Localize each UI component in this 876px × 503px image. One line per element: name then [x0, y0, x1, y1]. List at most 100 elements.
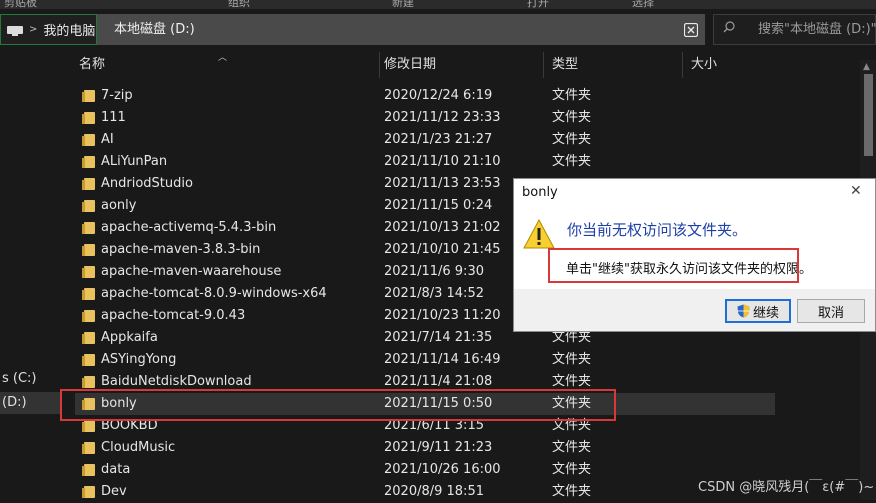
file-date: 2021/10/23 11:20	[384, 308, 501, 323]
file-type: 文件夹	[552, 88, 592, 103]
file-row[interactable]: 7-zip 2020/12/24 6:19 文件夹	[75, 85, 775, 107]
file-name: bonly	[101, 396, 137, 411]
close-icon	[683, 22, 698, 37]
file-date: 2021/10/10 21:45	[384, 242, 501, 257]
permission-dialog: bonly ✕ 你当前无权访问该文件夹。 单击"继续"获取永久访问该文件夹的权限…	[513, 178, 876, 332]
file-name: BaiduNetdiskDownload	[101, 374, 252, 389]
file-date: 2021/11/12 23:33	[384, 110, 501, 125]
folder-icon	[82, 376, 95, 388]
file-type: 文件夹	[552, 462, 592, 477]
file-type: 文件夹	[552, 374, 592, 389]
address-clear-button[interactable]	[676, 14, 705, 45]
file-name: BOOKBD	[101, 418, 158, 433]
cancel-button[interactable]: 取消	[797, 299, 865, 323]
file-date: 2021/6/11 3:15	[384, 418, 484, 433]
file-date: 2021/1/23 21:27	[384, 132, 493, 147]
ribbon-strip: 剪贴板 组织 新建 打开 选择	[0, 0, 876, 9]
file-row[interactable]: bonly 2021/11/15 0:50 文件夹	[75, 393, 775, 415]
file-row[interactable]: CloudMusic 2021/9/11 21:23 文件夹	[75, 437, 775, 459]
breadcrumb-separator: >	[29, 24, 38, 35]
folder-icon	[82, 112, 95, 124]
ribbon-organize[interactable]: 组织	[228, 0, 250, 9]
file-row[interactable]: ALiYunPan 2021/11/10 21:10 文件夹	[75, 151, 775, 173]
file-row[interactable]: BaiduNetdiskDownload 2021/11/4 21:08 文件夹	[75, 371, 775, 393]
file-date: 2021/11/6 9:30	[384, 264, 484, 279]
file-date: 2021/11/14 16:49	[384, 352, 501, 367]
sort-ascending-icon: ︿	[218, 53, 228, 63]
search-input[interactable]: 搜索"本地磁盘 (D:)"	[713, 14, 876, 45]
file-name: aonly	[101, 198, 137, 213]
folder-icon	[82, 266, 95, 278]
search-placeholder: 搜索"本地磁盘 (D:)"	[758, 22, 876, 37]
file-type: 文件夹	[552, 132, 592, 147]
column-type[interactable]: 类型	[544, 52, 683, 78]
ribbon-select[interactable]: 选择	[632, 0, 654, 9]
file-type: 文件夹	[552, 396, 592, 411]
file-name: ASYingYong	[101, 352, 177, 367]
dialog-close-button[interactable]: ✕	[850, 183, 862, 199]
folder-icon	[82, 442, 95, 454]
file-name: apache-maven-3.8.3-bin	[101, 242, 261, 257]
file-date: 2021/11/13 23:53	[384, 176, 501, 191]
search-icon	[723, 21, 735, 33]
folder-icon	[82, 464, 95, 476]
dialog-sub-text: 单击"继续"获取永久访问该文件夹的权限。	[566, 262, 812, 277]
dialog-main-text: 你当前无权访问该文件夹。	[567, 221, 748, 239]
folder-icon	[82, 310, 95, 322]
file-date: 2021/11/15 0:50	[384, 396, 493, 411]
dialog-footer: 继续 取消	[514, 289, 875, 331]
file-date: 2020/12/24 6:19	[384, 88, 493, 103]
nav-drive-d[interactable]: (D:)	[0, 392, 60, 414]
dialog-title: bonly	[522, 185, 558, 200]
ribbon-clipboard[interactable]: 剪贴板	[4, 0, 37, 9]
ribbon-open[interactable]: 打开	[527, 0, 549, 9]
file-name: data	[101, 462, 131, 477]
file-row[interactable]: 111 2021/11/12 23:33 文件夹	[75, 107, 775, 129]
file-row[interactable]: AI 2021/1/23 21:27 文件夹	[75, 129, 775, 151]
warning-icon	[523, 219, 555, 249]
continue-button[interactable]: 继续	[725, 299, 791, 323]
scroll-up-icon[interactable]: ▲	[863, 62, 870, 72]
file-name: Appkaifa	[101, 330, 158, 345]
ribbon-new[interactable]: 新建	[392, 0, 414, 9]
folder-icon	[82, 332, 95, 344]
folder-icon	[82, 354, 95, 366]
file-name: apache-tomcat-8.0.9-windows-x64	[101, 286, 327, 301]
scroll-thumb[interactable]	[864, 74, 873, 156]
file-row[interactable]: data 2021/10/26 16:00 文件夹	[75, 459, 775, 481]
file-type: 文件夹	[552, 110, 592, 125]
file-date: 2021/8/3 14:52	[384, 286, 484, 301]
folder-icon	[82, 288, 95, 300]
file-name: apache-activemq-5.4.3-bin	[101, 220, 277, 235]
file-row[interactable]: BOOKBD 2021/6/11 3:15 文件夹	[75, 415, 775, 437]
file-name: CloudMusic	[101, 440, 176, 455]
breadcrumb-this-pc[interactable]: > 我的电脑	[0, 14, 97, 45]
file-type: 文件夹	[552, 418, 592, 433]
breadcrumb-drive[interactable]: 本地磁盘 (D:)	[114, 14, 195, 45]
file-name: apache-maven-waarehouse	[101, 264, 282, 279]
file-name: 7-zip	[101, 88, 133, 103]
folder-icon	[82, 200, 95, 212]
column-size[interactable]: 大小	[683, 52, 853, 78]
breadcrumb-home-label: 我的电脑	[43, 24, 96, 39]
folder-icon	[82, 420, 95, 432]
file-type: 文件夹	[552, 154, 592, 169]
file-name: AndriodStudio	[101, 176, 193, 191]
folder-icon	[82, 222, 95, 234]
file-date: 2021/10/26 16:00	[384, 462, 501, 477]
folder-icon	[82, 156, 95, 168]
folder-icon	[82, 398, 95, 410]
file-name: AI	[101, 132, 114, 147]
file-date: 2021/7/14 21:35	[384, 330, 493, 345]
file-row[interactable]: ASYingYong 2021/11/14 16:49 文件夹	[75, 349, 775, 371]
computer-icon	[7, 25, 23, 36]
file-date: 2021/10/13 21:02	[384, 220, 501, 235]
file-date: 2021/11/4 21:08	[384, 374, 493, 389]
column-date[interactable]: 修改日期	[376, 52, 544, 78]
address-bar[interactable]: > 我的电脑 本地磁盘 (D:)	[0, 14, 705, 45]
file-date: 2021/11/10 21:10	[384, 154, 501, 169]
nav-drive-c[interactable]: s (C:)	[0, 368, 60, 390]
uac-shield-icon	[737, 304, 750, 318]
file-date: 2021/11/15 0:24	[384, 198, 493, 213]
file-type: 文件夹	[552, 440, 592, 455]
